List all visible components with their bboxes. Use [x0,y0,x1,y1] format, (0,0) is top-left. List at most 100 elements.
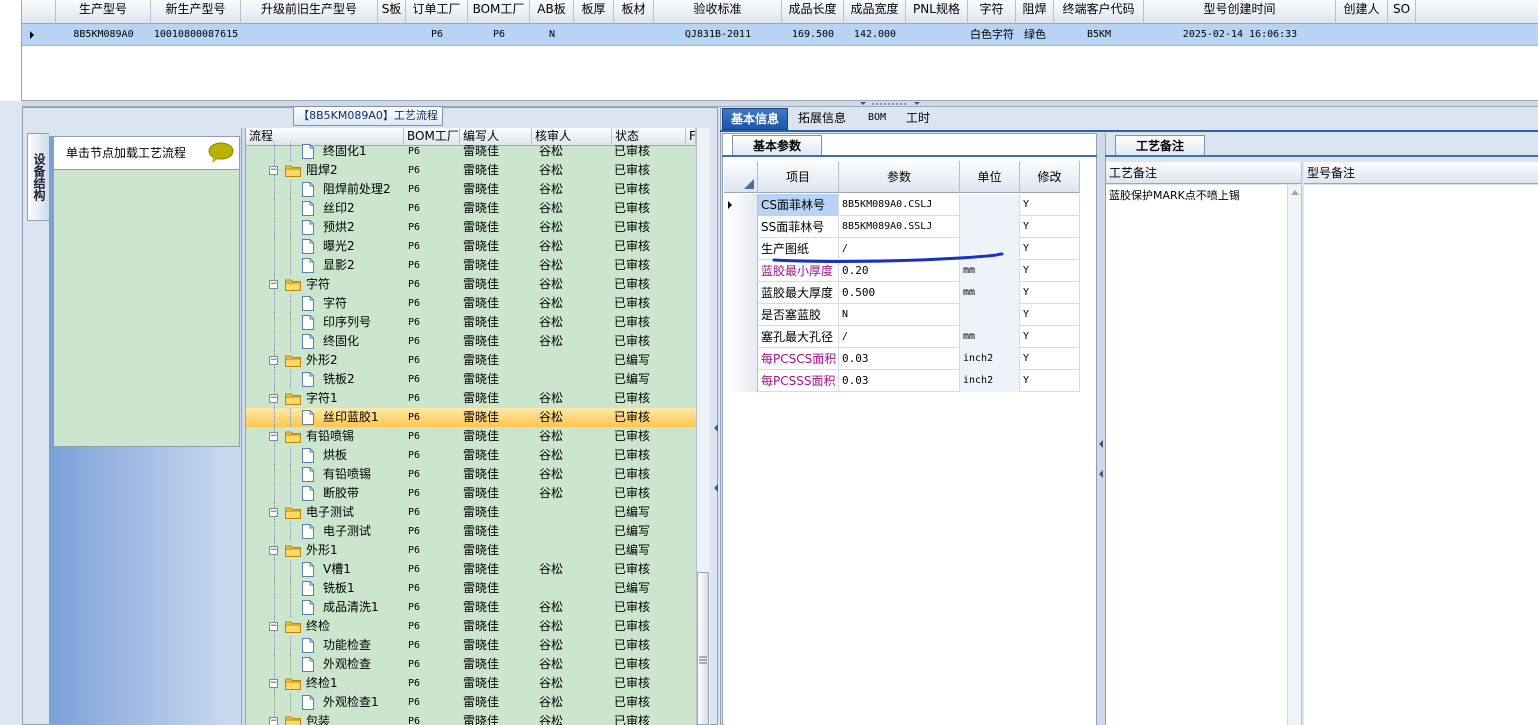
model-grid-col-header[interactable]: PNL规格 [906,0,968,24]
params-cell-value[interactable]: 8B5KM089A0.CSLJ [839,194,960,216]
params-cell-edit[interactable]: Y [1020,216,1080,238]
params-col-header[interactable]: 单位 [960,161,1020,193]
tree-scrollbar-thumb[interactable] [697,572,709,725]
tree-row[interactable]: 铣板2 P6 雷晓佳 已编写 [246,370,696,389]
note-scrollbar[interactable] [1287,185,1301,725]
tree-row-selected[interactable]: 丝印蓝胶1 P6 雷晓佳 谷松 已审核 [246,408,696,427]
collapse-toggle-icon[interactable]: − [269,394,278,403]
params-row[interactable]: SS面菲林号 8B5KM089A0.SSLJ Y [724,216,1080,238]
model-grid-col-header[interactable]: 成品长度 [782,0,844,24]
tree-row[interactable]: 功能检查 P6 雷晓佳 谷松 已审核 [246,636,696,655]
model-note-textarea[interactable] [1304,185,1538,725]
params-cell-value[interactable]: 8B5KM089A0.SSLJ [839,216,960,238]
params-cell-edit[interactable]: Y [1020,326,1080,348]
params-cell-value[interactable]: N [839,304,960,326]
model-grid-col-header[interactable]: 订单工厂 [406,0,468,24]
tab-process-notes[interactable]: 工艺备注 [1115,135,1205,156]
params-cell-edit[interactable]: Y [1020,194,1080,216]
params-cell-unit[interactable]: mm [960,326,1020,348]
model-grid[interactable]: 生产型号 新生产型号 升级前旧生产型号 S板 订单工厂 BOM工厂 AB板 板厚 板材 验收标准成… [22,0,1538,101]
model-grid-col-header[interactable]: 板材 [614,0,654,24]
tab-extended-info[interactable]: 拓展信息 [792,108,852,130]
flow-tab-title[interactable]: 【8B5KM089A0】工艺流程 [293,106,443,126]
model-grid-col-header[interactable]: AB板 [530,0,574,24]
model-grid-col-header[interactable]: 终端客户代码 [1054,0,1144,24]
tree-row[interactable]: 阻焊前处理2 P6 雷晓佳 谷松 已审核 [246,180,696,199]
tree-row[interactable]: − 字符1 P6 雷晓佳 谷松 已审核 [246,389,696,408]
model-grid-col-header[interactable]: BOM工厂 [468,0,530,24]
model-grid-row[interactable]: 8B5KM089A0 10010800087615 P6 P6 N QJ831B-2011… [22,24,1538,46]
collapse-toggle-icon[interactable]: − [269,508,278,517]
tree-row[interactable]: 终固化 P6 雷晓佳 谷松 已审核 [246,332,696,351]
model-grid-col-header[interactable]: S板 [378,0,406,24]
tab-bom[interactable]: BOM [860,108,894,130]
process-note-textarea[interactable]: 蓝胶保护MARK点不喷上锡 [1106,185,1302,725]
collapse-toggle-icon[interactable]: − [269,280,278,289]
collapse-toggle-icon[interactable]: − [269,356,278,365]
model-grid-col-header[interactable]: 成品宽度 [844,0,906,24]
model-grid-col-header[interactable]: 生产型号 [56,0,151,24]
params-cell-unit[interactable]: inch2 [960,370,1020,392]
params-cell-unit[interactable]: mm [960,282,1020,304]
params-cell-unit[interactable]: inch2 [960,348,1020,370]
model-grid-col-header[interactable]: 字符 [968,0,1016,24]
tree-row[interactable]: 印序列号 P6 雷晓佳 谷松 已审核 [246,313,696,332]
tree-row[interactable]: − 终检1 P6 雷晓佳 谷松 已审核 [246,674,696,693]
collapse-toggle-icon[interactable]: − [269,432,278,441]
tab-basic-info[interactable]: 基本信息 [722,108,788,130]
params-cell-value[interactable]: 0.500 [839,282,960,304]
model-grid-col-header[interactable]: 板厚 [574,0,614,24]
tree-row[interactable]: 电子测试 P6 雷晓佳 已编写 [246,522,696,541]
params-cell-value[interactable]: / [839,326,960,348]
model-grid-col-header[interactable]: 型号创建时间 [1144,0,1336,24]
tree-row[interactable]: − 外形2 P6 雷晓佳 已编写 [246,351,696,370]
collapse-toggle-icon[interactable]: − [269,546,278,555]
collapse-toggle-icon[interactable]: − [269,622,278,631]
params-cell-value[interactable]: 0.03 [839,348,960,370]
params-cell-edit[interactable]: Y [1020,370,1080,392]
tree-row[interactable]: 有铅喷锡 P6 雷晓佳 谷松 已审核 [246,465,696,484]
params-grid[interactable]: 项目 参数 单位 修改 CS面菲林号 8B5KM089A0.CSLJ Y SS面菲林号 8B5… [724,161,1096,725]
tree-row[interactable]: 外观检查 P6 雷晓佳 谷松 已审核 [246,655,696,674]
tree-row[interactable]: − 外形1 P6 雷晓佳 已编写 [246,541,696,560]
tree-row[interactable]: − 阻焊2 P6 雷晓佳 谷松 已审核 [246,161,696,180]
model-grid-col-header[interactable]: SO [1388,0,1416,24]
model-grid-col-header[interactable]: 新生产型号 [151,0,241,24]
params-cell-value[interactable]: 0.03 [839,370,960,392]
params-cell-edit[interactable]: Y [1020,304,1080,326]
sidebar-tab-equipment[interactable]: 设备结构 [27,133,49,221]
collapse-arrows-icon[interactable] [712,128,720,725]
tree-row[interactable]: 烘板 P6 雷晓佳 谷松 已审核 [246,446,696,465]
collapse-toggle-icon[interactable]: − [269,679,278,688]
tree-row[interactable]: 铣板1 P6 雷晓佳 已编写 [246,579,696,598]
tree-row[interactable]: 外观检查1 P6 雷晓佳 谷松 已审核 [246,693,696,712]
splitter-arrows-icon[interactable] [1098,440,1104,480]
params-row[interactable]: 是否塞蓝胶 N Y [724,304,1080,326]
tree-row[interactable]: 字符 P6 雷晓佳 谷松 已审核 [246,294,696,313]
process-tree[interactable]: 流程 BOM工厂 编写人 核审人 状态 F 终固化1 P6 雷晓佳 谷松 已审核 − 阻焊2 P6 雷晓佳… [246,128,696,725]
tree-row[interactable]: − 电子测试 P6 雷晓佳 已编写 [246,503,696,522]
params-row[interactable]: 塞孔最大孔径 / mm Y [724,326,1080,348]
tree-row[interactable]: 丝印2 P6 雷晓佳 谷松 已审核 [246,199,696,218]
tree-row[interactable]: 曝光2 P6 雷晓佳 谷松 已审核 [246,237,696,256]
scroll-up-icon[interactable] [1288,185,1302,199]
collapse-toggle-icon[interactable]: − [269,166,278,175]
tree-row[interactable]: − 包装 P6 雷晓佳 谷松 已审核 [246,712,696,725]
params-cell-unit[interactable] [960,194,1020,216]
tree-row[interactable]: 预烘2 P6 雷晓佳 谷松 已审核 [246,218,696,237]
model-grid-col-header[interactable]: 创建人 [1336,0,1388,24]
tab-work-hours[interactable]: 工时 [900,108,936,130]
params-row[interactable]: 每PCSCS面积 0.03 inch2 Y [724,348,1080,370]
params-col-header[interactable]: 修改 [1020,161,1080,193]
params-cell-edit[interactable]: Y [1020,348,1080,370]
params-cell-unit[interactable] [960,304,1020,326]
model-grid-col-header[interactable]: 阻焊 [1016,0,1054,24]
params-cell-edit[interactable]: Y [1020,282,1080,304]
collapse-toggle-icon[interactable]: − [269,717,278,725]
params-cell-edit[interactable]: Y [1020,238,1080,260]
tree-row[interactable]: 成品清洗1 P6 雷晓佳 谷松 已审核 [246,598,696,617]
params-row[interactable]: CS面菲林号 8B5KM089A0.CSLJ Y [724,194,1080,216]
model-grid-col-header[interactable]: 验收标准 [654,0,782,24]
params-col-header[interactable]: 参数 [839,161,960,193]
vertical-splitter[interactable] [1097,133,1105,725]
